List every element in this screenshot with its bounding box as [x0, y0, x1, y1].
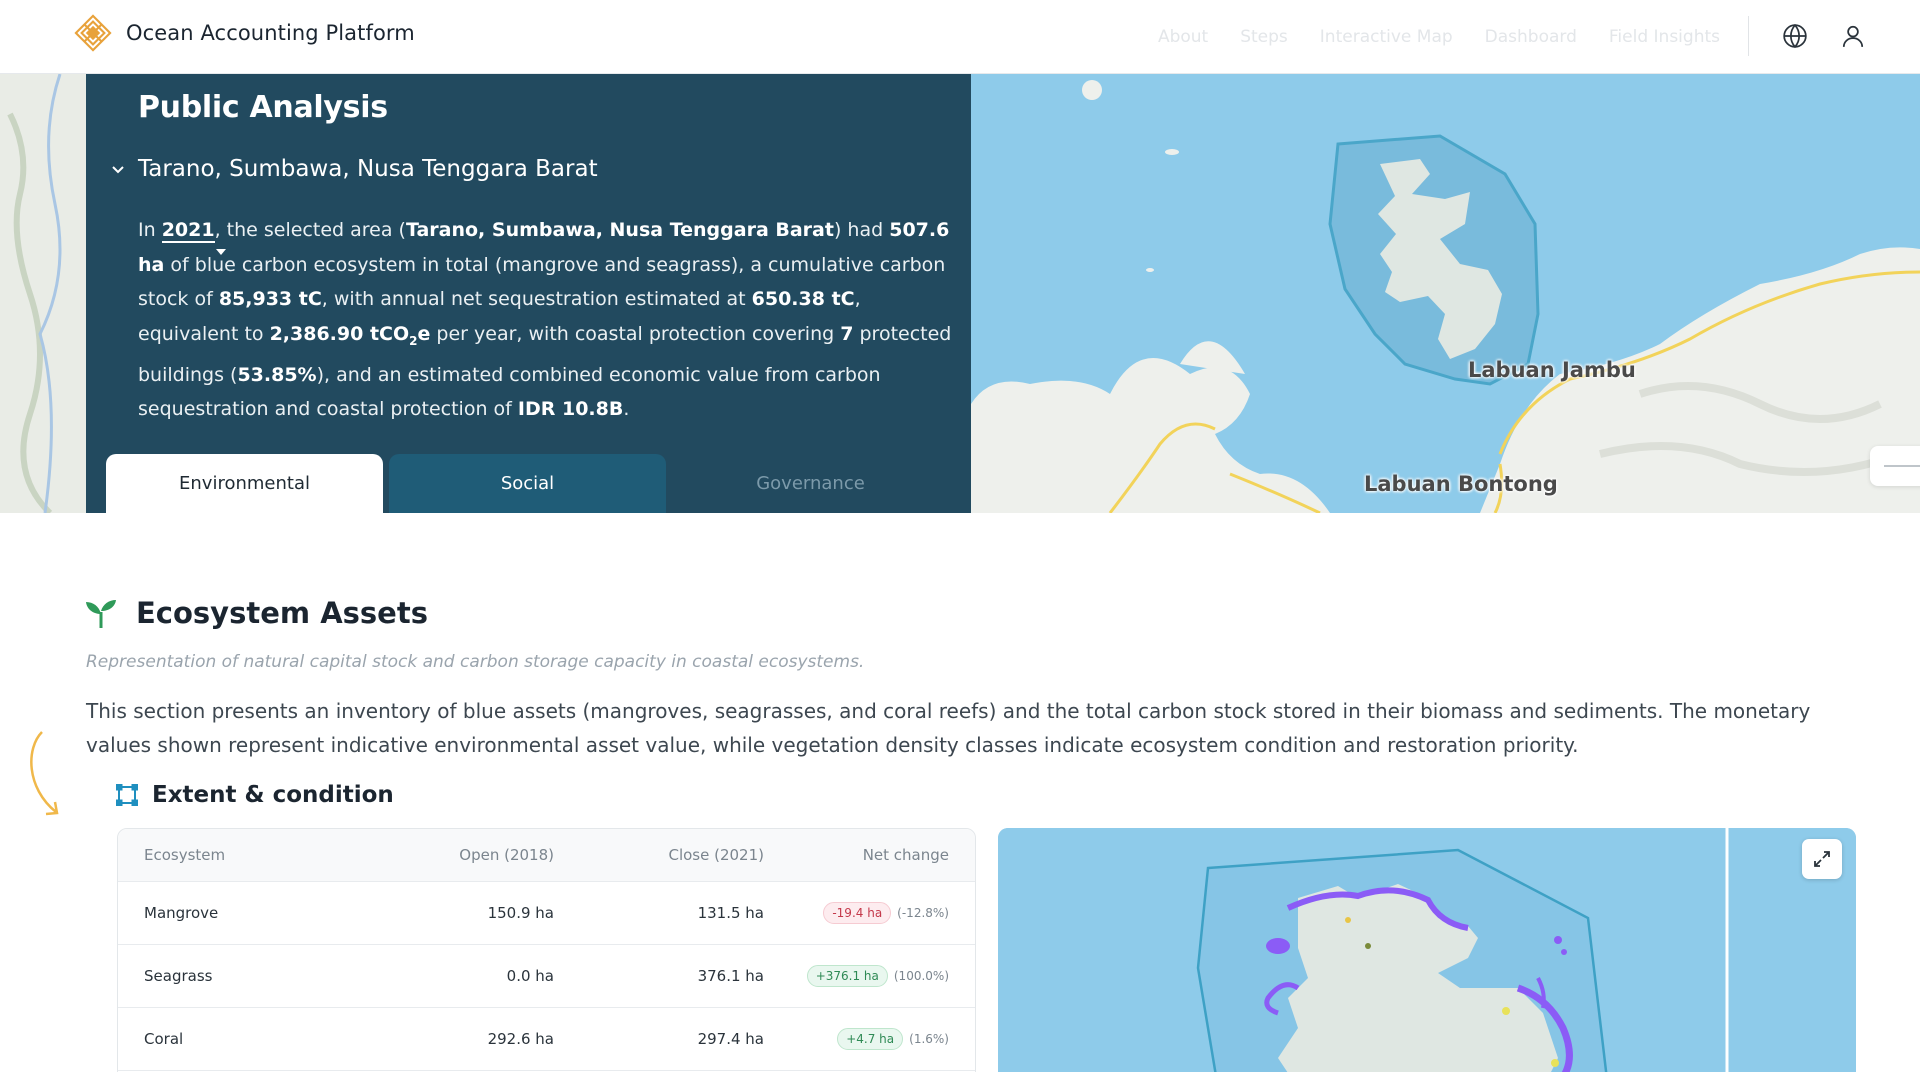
change-percent: (1.6%): [909, 1032, 949, 1046]
tab-social[interactable]: Social: [389, 454, 666, 513]
language-button[interactable]: [1776, 17, 1814, 55]
location-title: Tarano, Sumbawa, Nusa Tenggara Barat: [138, 156, 598, 182]
curved-arrow-icon: [30, 731, 59, 816]
nav-about[interactable]: About: [1158, 27, 1208, 47]
year-caret-icon: [216, 249, 226, 255]
brand-name: Ocean Accounting Platform: [126, 21, 415, 45]
globe-icon: [1783, 23, 1807, 49]
expand-icon: [1814, 851, 1830, 867]
public-analysis-panel: Public Analysis Tarano, Sumbawa, Nusa Te…: [86, 74, 971, 513]
year-selector[interactable]: 2021: [161, 219, 215, 243]
sun-diamond-logo-icon: [74, 14, 112, 52]
panel-title: Public Analysis: [138, 90, 388, 125]
cell-net-change: +376.1 ha (100.0%): [764, 965, 949, 987]
col-close: Close (2021): [668, 846, 764, 864]
ecosystem-assets-header: Ecosystem Assets: [84, 596, 428, 630]
summary-sequestration: 650.38 tC: [751, 288, 855, 310]
account-button[interactable]: [1834, 17, 1872, 55]
cell-ecosystem: Mangrove: [144, 904, 219, 922]
summary-co2-value: 2,386.90 tCO: [269, 322, 410, 345]
sprout-icon: [86, 600, 116, 628]
map-label-labuan-bontong: Labuan Bontong: [1364, 472, 1558, 496]
user-icon: [1842, 25, 1864, 47]
nav-divider: [1748, 16, 1749, 56]
chevron-down-icon: [112, 166, 124, 174]
section-description: This section presents an inventory of bl…: [86, 699, 1811, 757]
extent-map[interactable]: [998, 828, 1856, 1072]
expand-map-button[interactable]: [1802, 839, 1842, 879]
summary-carbon-stock: 85,933 tC: [218, 288, 322, 310]
nav-links: About Steps Interactive Map Dashboard Fi…: [1158, 0, 1720, 74]
change-badge: +376.1 ha: [806, 965, 888, 987]
hero-section: Labuan Jambu Labuan Bontong Public Analy…: [0, 74, 1920, 513]
nav-field-insights[interactable]: Field Insights: [1609, 27, 1720, 47]
change-percent: (-12.8%): [897, 906, 949, 920]
tab-governance[interactable]: Governance: [672, 454, 949, 513]
table-row: Seagrass 0.0 ha 376.1 ha +376.1 ha (100.…: [118, 945, 975, 1008]
summary-area: Tarano, Sumbawa, Nusa Tenggara Barat: [405, 219, 834, 241]
table-row: Mangrove 150.9 ha 131.5 ha -19.4 ha (-12…: [118, 882, 975, 945]
cell-close: 131.5 ha: [697, 904, 764, 922]
brand[interactable]: Ocean Accounting Platform: [74, 14, 415, 52]
col-open: Open (2018): [459, 846, 554, 864]
cell-net-change: -19.4 ha (-12.8%): [764, 902, 949, 924]
summary-economic-value: IDR 10.8B: [517, 398, 624, 421]
col-ecosystem: Ecosystem: [144, 846, 226, 864]
table-header-row: Ecosystem Open (2018) Close (2021) Net c…: [118, 829, 975, 882]
tab-environmental[interactable]: Environmental: [106, 454, 383, 513]
change-percent: (100.0%): [893, 969, 949, 983]
cell-close: 297.4 ha: [697, 1030, 764, 1048]
cell-open: 0.0 ha: [506, 967, 554, 985]
change-badge: -19.4 ha: [823, 902, 892, 924]
extent-map-canvas[interactable]: [998, 828, 1856, 1072]
cell-close: 376.1 ha: [697, 967, 764, 985]
nav-steps[interactable]: Steps: [1240, 27, 1288, 47]
section-subtitle: Representation of natural capital stock …: [86, 652, 865, 672]
change-badge: +4.7 ha: [837, 1028, 904, 1050]
cell-open: 292.6 ha: [487, 1030, 554, 1048]
extent-condition-header: Extent & condition: [116, 782, 394, 808]
location-toggle[interactable]: Tarano, Sumbawa, Nusa Tenggara Barat: [110, 156, 598, 182]
summary-co2-e: e: [417, 322, 431, 345]
cell-net-change: +4.7 ha (1.6%): [764, 1028, 949, 1050]
map-side-handle[interactable]: [1870, 446, 1920, 486]
summary-text: , the selected area (: [214, 219, 406, 241]
section-title: Ecosystem Assets: [136, 596, 428, 630]
category-tabs: Environmental Social Governance: [106, 454, 949, 513]
extent-title: Extent & condition: [152, 782, 394, 808]
table-row: Coral 292.6 ha 297.4 ha +4.7 ha (1.6%): [118, 1008, 975, 1071]
nav-dashboard[interactable]: Dashboard: [1485, 27, 1577, 47]
summary-text: In: [138, 219, 162, 241]
nav-interactive-map[interactable]: Interactive Map: [1320, 27, 1453, 47]
extent-table: Ecosystem Open (2018) Close (2021) Net c…: [117, 828, 976, 1072]
summary-co2-sub: 2: [409, 333, 418, 348]
summary-buildings: 7: [840, 322, 854, 345]
summary-share: 53.85%: [237, 363, 317, 386]
map-label-labuan-jambu: Labuan Jambu: [1468, 358, 1636, 382]
summary-co2: 2,386.90 tCO2e: [269, 322, 431, 348]
summary-text: , with annual net sequestration estimate…: [321, 288, 752, 310]
col-net-change: Net change: [862, 846, 949, 864]
cell-open: 150.9 ha: [487, 904, 554, 922]
top-navbar: Ocean Accounting Platform About Steps In…: [0, 0, 1920, 74]
cell-ecosystem: Seagrass: [144, 967, 213, 985]
summary-text: per year, with coastal protection coveri…: [430, 322, 841, 345]
analysis-summary: In 2021, the selected area (Tarano, Sumb…: [138, 213, 954, 427]
summary-text: ) had: [833, 219, 890, 241]
summary-text: .: [623, 398, 630, 421]
polygon-select-icon: [116, 784, 138, 806]
cell-ecosystem: Coral: [144, 1030, 184, 1048]
